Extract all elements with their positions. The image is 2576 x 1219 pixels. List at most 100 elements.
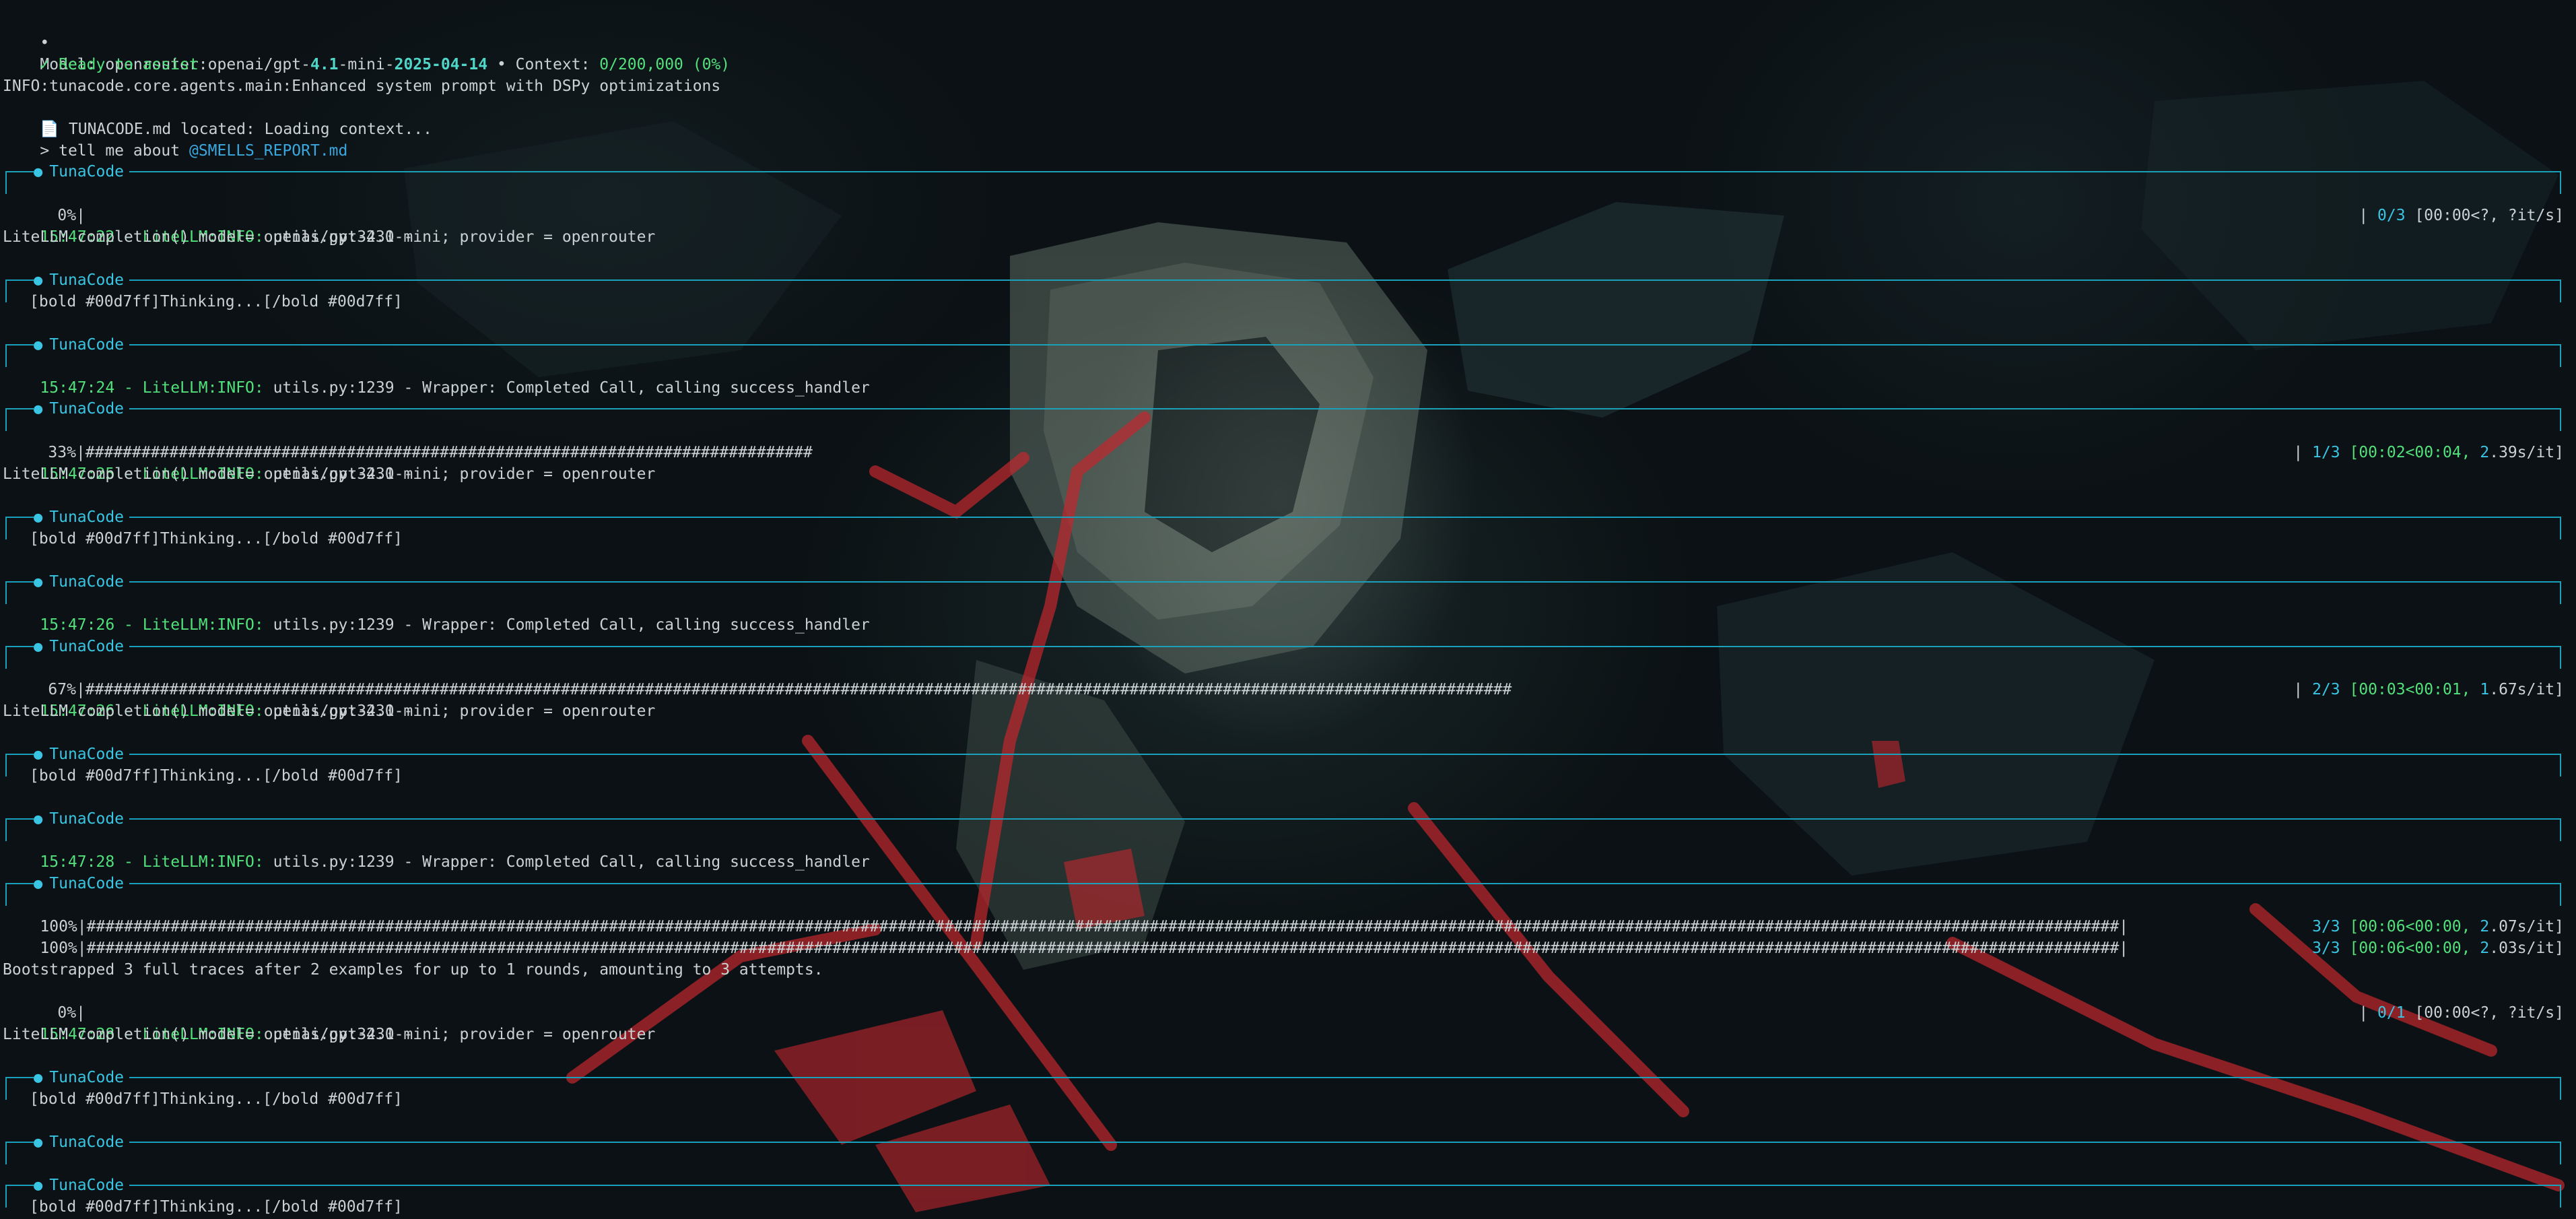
log-line: 15:47:22 - LiteLLM:INFO: utils.py:3230 - [3, 205, 413, 246]
panel-title: ● TunaCode [34, 506, 130, 528]
ready-text: Ready to assist [49, 56, 199, 73]
bootstrapped-line: Bootstrapped 3 full traces after 2 examp… [3, 961, 823, 979]
context-value: 0/200,000 (0%) [599, 56, 731, 73]
status-dot-icon: ● [34, 876, 43, 892]
panel-title-text: TunaCode [49, 1177, 125, 1194]
status-dot-icon: ● [34, 811, 43, 828]
progress-stats: 3/3 [00:06<00:00, 2.03s/it] [2266, 916, 2564, 957]
file-reference-link[interactable]: @SMELLS_REPORT.md [189, 142, 347, 160]
progress-pipe: | [2293, 444, 2313, 461]
thinking-text: [bold #00d7ff]Thinking...[/bold #00d7ff] [30, 530, 403, 548]
context-separator: • Context: [487, 56, 600, 73]
status-dot-icon: ● [34, 1134, 43, 1151]
panel-title-text: TunaCode [49, 638, 125, 655]
thinking-text: [bold #00d7ff]Thinking...[/bold #00d7ff] [30, 767, 403, 785]
status-dot-icon: ● [34, 574, 43, 591]
progress-stats: | 2/3 [00:03<00:01, 1.67s/it] [2256, 657, 2564, 698]
progress-row: 67%|####################################… [11, 657, 1512, 698]
log-message: utils.py:1239 - Wrapper: Completed Call,… [263, 379, 870, 397]
progress-pipe: | [2359, 1004, 2378, 1022]
prompt-symbol: > [40, 142, 50, 160]
progress-stats: 3/3 [00:06<00:00, 2.07s/it] [2266, 894, 2564, 935]
log-line: 15:47:25 - LiteLLM:INFO: utils.py:3230 - [3, 442, 413, 483]
thinking-text: [bold #00d7ff]Thinking...[/bold #00d7ff] [30, 293, 403, 310]
progress-rate-number: 1 [2480, 681, 2490, 698]
status-dot-icon: ● [34, 746, 43, 763]
progress-stats: | 1/3 [00:02<00:04, 2.39s/it] [2256, 420, 2564, 461]
status-dot-icon: ● [34, 638, 43, 655]
progress-count: 0/3 [2377, 207, 2406, 224]
panel-title-text: TunaCode [49, 875, 125, 892]
log-message: utils.py:1239 - Wrapper: Completed Call,… [263, 616, 870, 634]
panel-title: ● TunaCode [34, 269, 130, 291]
log-timestamp: 15:47:26 - LiteLLM:INFO: [40, 616, 264, 634]
panel-title: ● TunaCode [34, 808, 130, 830]
model-status-line: • Model: openrouter:openai/gpt-4.1-mini-… [3, 11, 730, 73]
log-line: 15:47:28 - LiteLLM:INFO: utils.py:1239 -… [3, 830, 869, 871]
model-date: 2025-04-14 [394, 56, 488, 73]
status-dot-icon: ● [34, 272, 43, 289]
progress-row: 100%|###################################… [3, 894, 2128, 935]
progress-count: 3/3 [2312, 940, 2340, 957]
tunacode-panel: ● TunaCode [5, 161, 2561, 194]
panel-title-text: TunaCode [49, 810, 125, 828]
model-version: 4.1 [310, 56, 339, 73]
progress-row: 100%|###################################… [3, 916, 2128, 957]
panel-title: ● TunaCode [34, 1175, 130, 1196]
progress-rate: .03s/it] [2489, 940, 2564, 957]
log-line: 15:47:26 - LiteLLM:INFO: utils.py:3230 - [3, 679, 413, 720]
panel-title: ● TunaCode [34, 873, 130, 894]
prompt-text: tell me about [49, 142, 189, 160]
info-line: INFO:tunacode.core.agents.main:Enhanced … [3, 77, 721, 95]
panel-title-text: TunaCode [49, 1133, 125, 1151]
status-dot-icon: ● [34, 509, 43, 526]
log-message: utils.py:1239 - Wrapper: Completed Call,… [263, 853, 870, 871]
log-timestamp: 15:47:28 - LiteLLM:INFO: [40, 853, 264, 871]
panel-title-text: TunaCode [49, 573, 125, 591]
progress-pipe: | [2293, 681, 2313, 698]
check-icon: ✓ [40, 56, 50, 73]
progress-timing: [00:00<?, ?it/s] [2405, 1004, 2564, 1022]
progress-count: 2/3 [2312, 681, 2340, 698]
thinking-text: [bold #00d7ff]Thinking...[/bold #00d7ff] [30, 1198, 403, 1216]
progress-timing: [00:00<?, ?it/s] [2405, 207, 2564, 224]
panel-title-text: TunaCode [49, 746, 125, 763]
progress-timing: [00:03<00:01, [2340, 681, 2480, 698]
panel-title: ● TunaCode [34, 398, 130, 420]
thinking-text: [bold #00d7ff]Thinking...[/bold #00d7ff] [30, 1090, 403, 1108]
log-line: 15:47:28 - LiteLLM:INFO: utils.py:3230 - [3, 1002, 413, 1043]
progress-rate: .39s/it] [2489, 444, 2564, 461]
panel-title-text: TunaCode [49, 271, 125, 289]
progress-count: 0/1 [2377, 1004, 2406, 1022]
terminal-window[interactable]: • Model: openrouter:openai/gpt-4.1-mini-… [0, 0, 2576, 1219]
completion-line: LiteLLM completion() model= openai/gpt-4… [3, 702, 656, 720]
panel-title: ● TunaCode [34, 744, 130, 765]
progress-bar: |#######################################… [77, 940, 2129, 957]
completion-line: LiteLLM completion() model= openai/gpt-4… [3, 465, 656, 483]
status-dot-icon: ● [34, 1069, 43, 1086]
panel-title: ● TunaCode [34, 1131, 130, 1153]
progress-row: 0%| [20, 981, 86, 1022]
panel-title: ● TunaCode [34, 334, 130, 356]
progress-percent: 100% [40, 940, 77, 957]
progress-rate: .67s/it] [2489, 681, 2564, 698]
log-timestamp: 15:47:24 - LiteLLM:INFO: [40, 379, 264, 397]
panel-title: ● TunaCode [34, 571, 130, 593]
model-mid: -mini- [338, 56, 395, 73]
status-dot-icon: ● [34, 401, 43, 418]
panel-title-text: TunaCode [49, 336, 125, 354]
progress-pipe [2303, 940, 2312, 957]
panel-title: ● TunaCode [34, 636, 130, 657]
user-prompt-line: > tell me about @SMELLS_REPORT.md [3, 119, 347, 160]
progress-stats: | 0/3 [00:00<?, ?it/s] [2321, 183, 2564, 224]
tunacode-located-line: 📄 TUNACODE.md located: Loading context..… [3, 97, 432, 138]
panel-title: ● TunaCode [34, 1067, 130, 1088]
panel-title: ● TunaCode [34, 161, 130, 183]
status-dot-icon: ● [34, 164, 43, 180]
status-dot-icon: ● [34, 1177, 43, 1194]
progress-count: 1/3 [2312, 444, 2340, 461]
panel-title-text: TunaCode [49, 400, 125, 418]
progress-row: 33%|####################################… [11, 420, 812, 461]
progress-stats: | 0/1 [00:00<?, ?it/s] [2321, 981, 2564, 1022]
panel-title-text: TunaCode [49, 163, 125, 180]
